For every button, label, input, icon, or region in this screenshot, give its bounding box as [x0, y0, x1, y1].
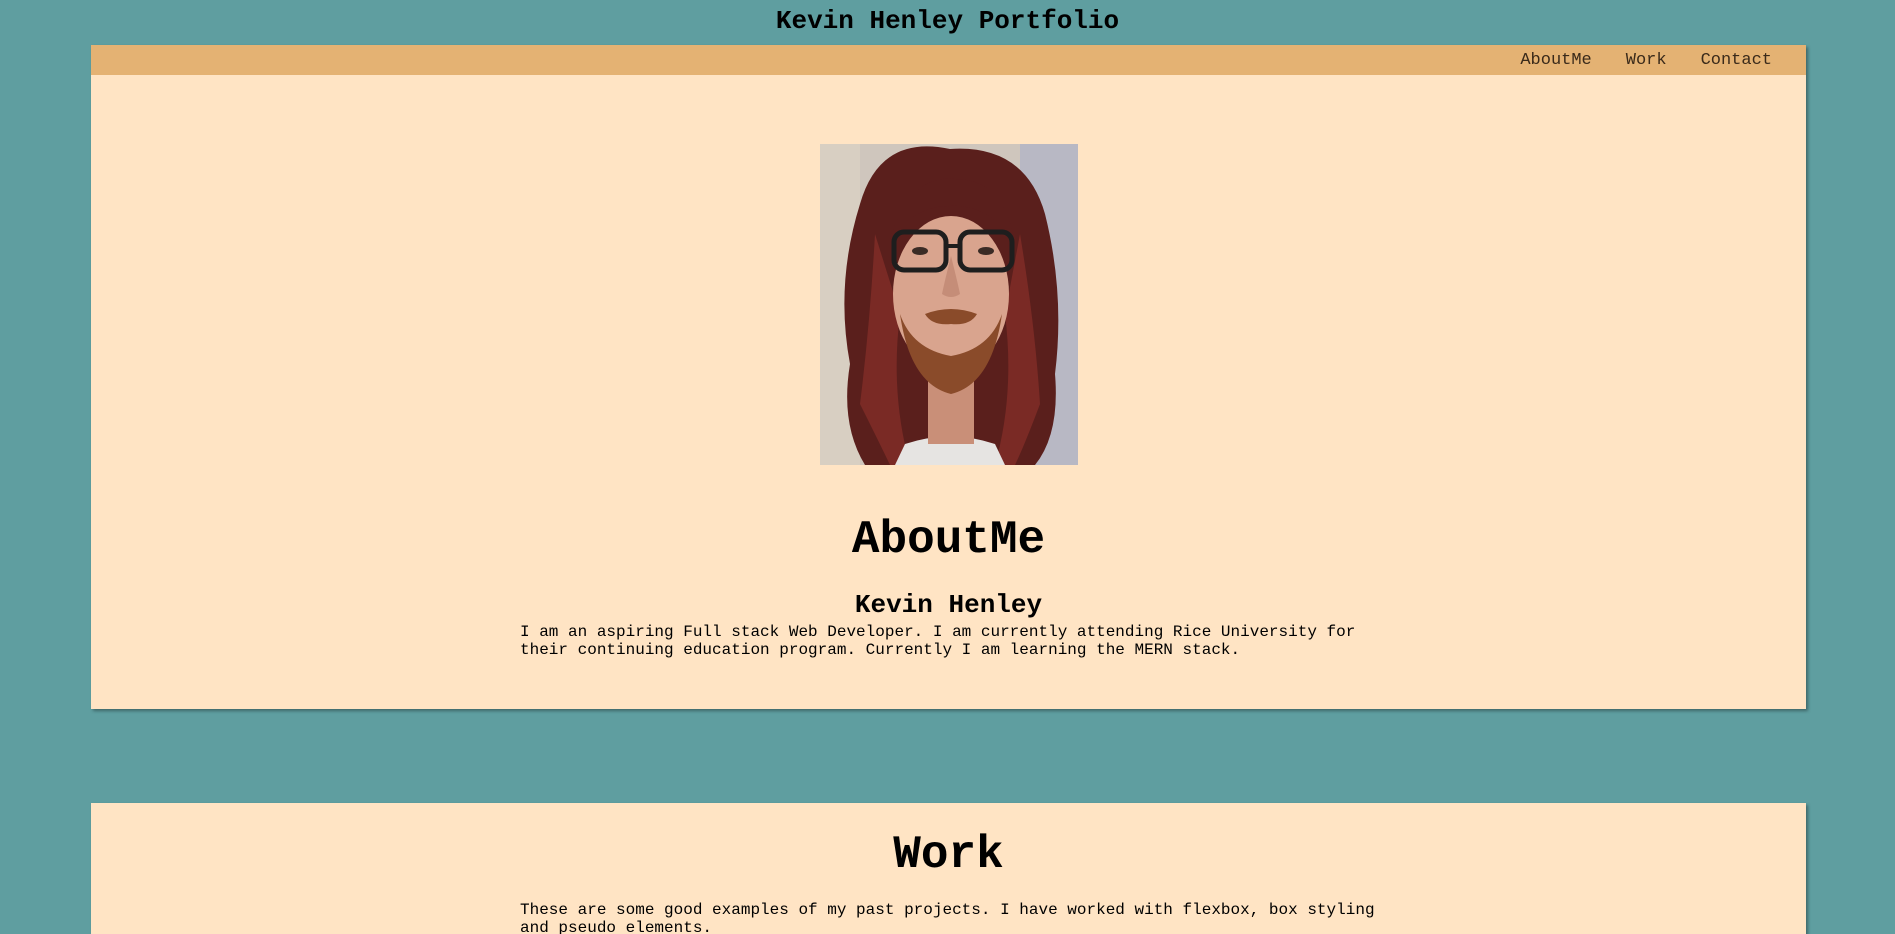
work-heading: Work — [893, 829, 1004, 881]
nav-link-work[interactable]: Work — [1626, 51, 1667, 70]
navbar: AboutMe Work Contact — [91, 45, 1806, 75]
name-heading: Kevin Henley — [854, 590, 1043, 620]
aboutme-heading: AboutMe — [851, 514, 1046, 566]
work-section: Work These are some good examples of my … — [91, 803, 1806, 934]
nav-link-contact[interactable]: Contact — [1701, 51, 1772, 70]
profile-photo — [820, 144, 1078, 465]
site-title: Kevin Henley Portfolio — [775, 6, 1120, 36]
about-section: AboutMe Work Contact AboutMe Kevin Henle… — [91, 45, 1806, 709]
nav-link-aboutme[interactable]: AboutMe — [1520, 51, 1591, 70]
work-intro-text: These are some good examples of my past … — [520, 901, 1375, 934]
bio-text: I am an aspiring Full stack Web Develope… — [520, 623, 1356, 659]
